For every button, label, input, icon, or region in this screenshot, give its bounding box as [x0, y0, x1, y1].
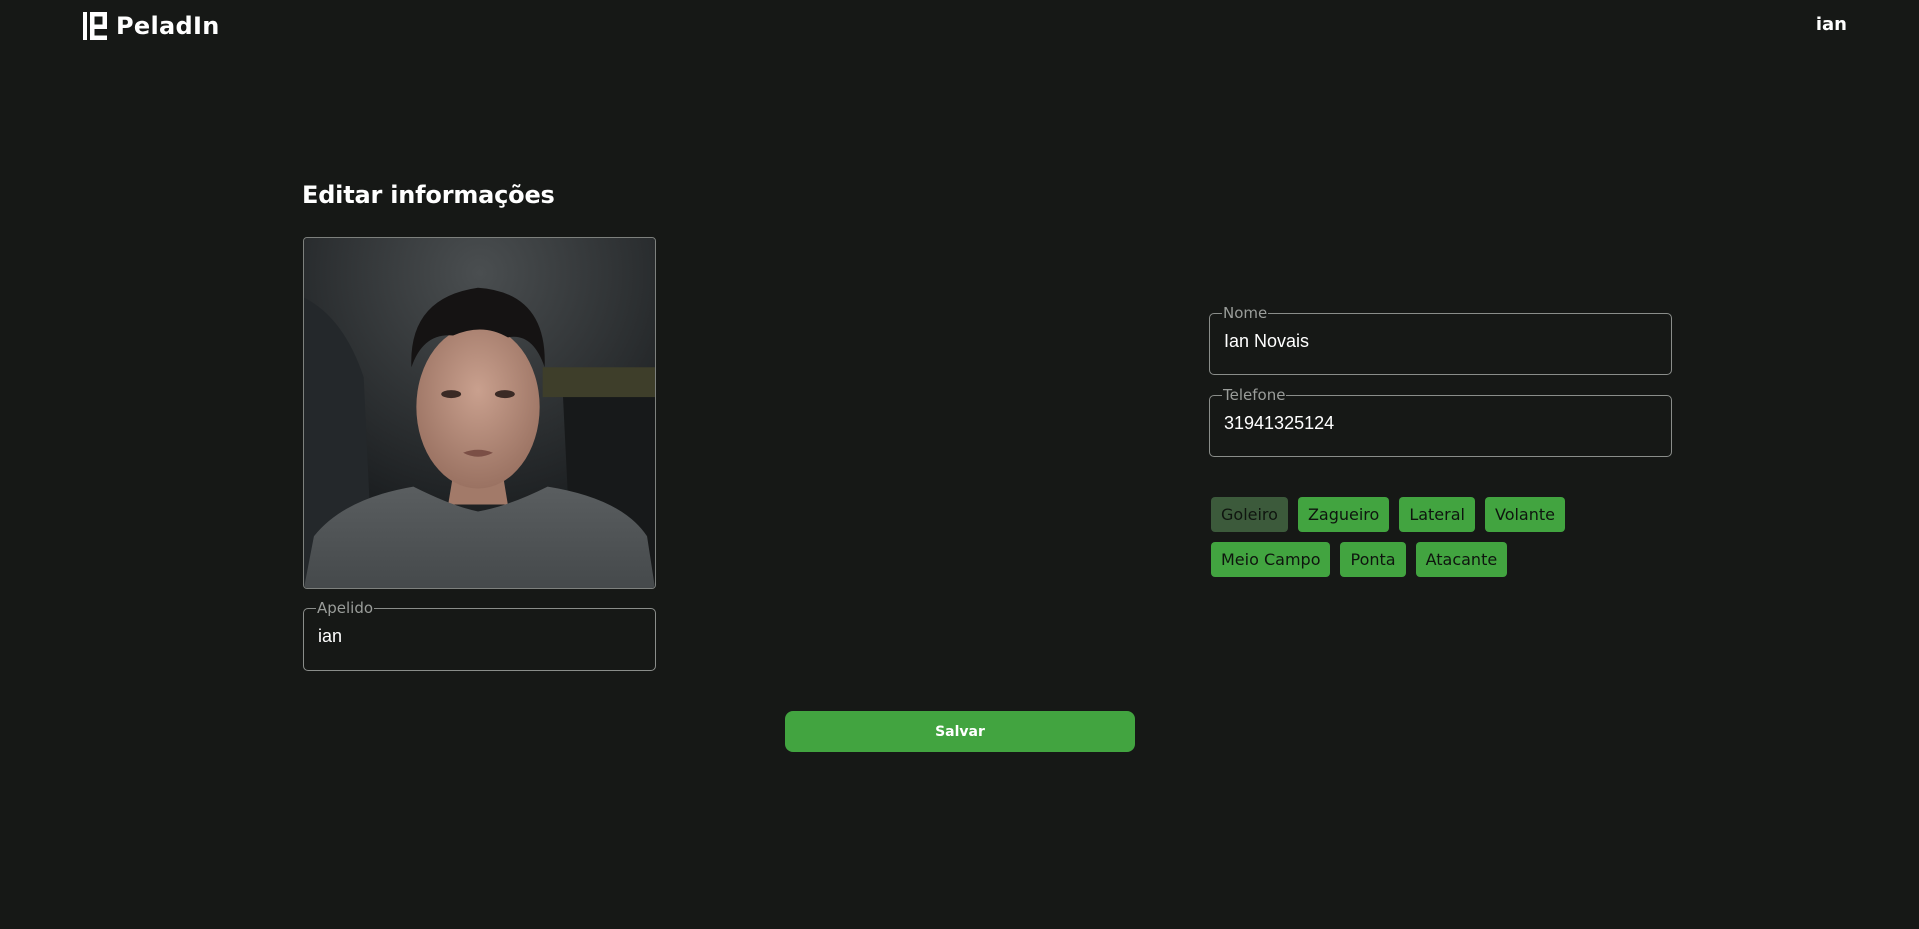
brand-name: PeladIn: [116, 12, 220, 40]
profile-photo-image: [304, 238, 655, 588]
position-chip-atacante[interactable]: Atacante: [1415, 542, 1508, 577]
position-selector: Goleiro Zagueiro Lateral Volante Meio Ca…: [1211, 497, 1681, 587]
page-title: Editar informações: [302, 181, 555, 209]
position-chip-lateral[interactable]: Lateral: [1399, 497, 1475, 532]
position-chip-meio-campo[interactable]: Meio Campo: [1211, 542, 1331, 577]
save-button[interactable]: Salvar: [785, 711, 1135, 752]
brand-logo-icon: [83, 12, 107, 40]
user-menu-name[interactable]: ian: [1816, 14, 1847, 35]
position-row: Meio Campo Ponta Atacante: [1211, 542, 1681, 577]
phone-label: Telefone: [1223, 386, 1286, 404]
nickname-label: Apelido: [317, 599, 374, 617]
name-field: Nome: [1209, 306, 1672, 375]
brand-logo[interactable]: PeladIn: [83, 12, 220, 40]
name-label: Nome: [1223, 304, 1268, 322]
profile-photo[interactable]: [303, 237, 656, 589]
position-chip-zagueiro[interactable]: Zagueiro: [1297, 497, 1390, 532]
position-chip-ponta[interactable]: Ponta: [1340, 542, 1406, 577]
position-row: Goleiro Zagueiro Lateral Volante: [1211, 497, 1681, 532]
nickname-input[interactable]: [318, 624, 641, 648]
nickname-field: Apelido: [303, 601, 656, 671]
position-chip-goleiro[interactable]: Goleiro: [1211, 497, 1288, 532]
position-chip-volante[interactable]: Volante: [1484, 497, 1565, 532]
name-input[interactable]: [1224, 329, 1657, 353]
phone-field: Telefone: [1209, 388, 1672, 457]
phone-input[interactable]: [1224, 411, 1657, 435]
top-bar: PeladIn ian: [0, 0, 1919, 52]
